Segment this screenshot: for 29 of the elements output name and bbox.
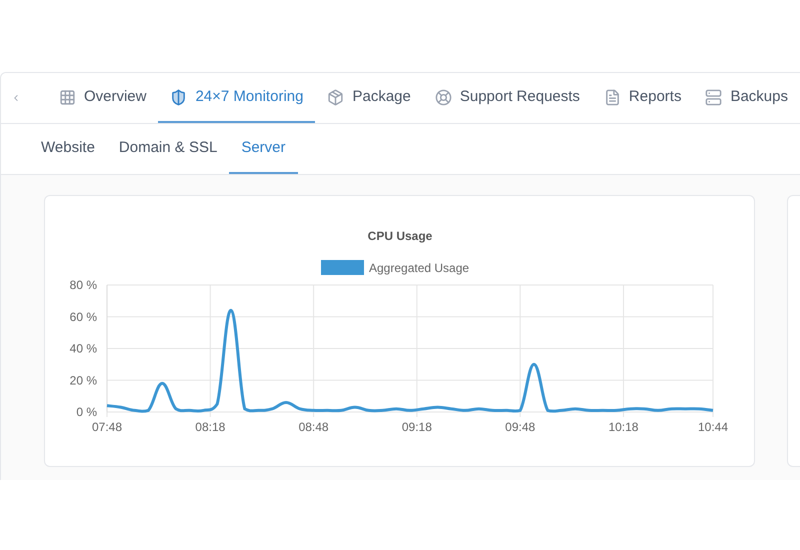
sub-tab[interactable]: Server xyxy=(229,124,298,174)
tab[interactable]: Support Requests xyxy=(422,73,592,123)
shield-icon xyxy=(170,88,188,106)
document-icon xyxy=(604,88,621,106)
y-axis-label: 80 % xyxy=(70,278,97,292)
legend-swatch xyxy=(321,260,364,275)
tab[interactable]: Package xyxy=(315,73,423,123)
sub-tab[interactable]: Website xyxy=(29,124,107,174)
tab[interactable]: Reports xyxy=(592,73,694,123)
y-axis-label: 20 % xyxy=(70,373,97,388)
chart-title: CPU Usage xyxy=(368,229,432,243)
server-icon xyxy=(705,88,722,106)
legend-label: Aggregated Usage xyxy=(369,261,470,275)
x-axis-label: 10:18 xyxy=(608,420,638,434)
grid-icon xyxy=(58,88,76,106)
box-icon xyxy=(327,88,344,106)
y-axis-label: 60 % xyxy=(70,310,97,324)
tab[interactable]: Overview xyxy=(46,73,158,123)
x-axis-label: 07:48 xyxy=(92,420,122,434)
lifebuoy-icon xyxy=(434,88,452,106)
y-axis-label: 40 % xyxy=(70,342,97,356)
x-axis-label: 09:18 xyxy=(402,420,432,434)
x-axis-label: 10:44 xyxy=(698,420,728,434)
tab[interactable]: Backups xyxy=(693,73,800,123)
x-axis-label: 08:48 xyxy=(298,420,329,434)
sub-tab[interactable]: Domain & SSL xyxy=(106,124,230,174)
y-axis-label: 0 % xyxy=(76,405,97,419)
x-axis-label: 08:18 xyxy=(195,420,226,434)
x-axis-label: 09:48 xyxy=(505,420,536,434)
